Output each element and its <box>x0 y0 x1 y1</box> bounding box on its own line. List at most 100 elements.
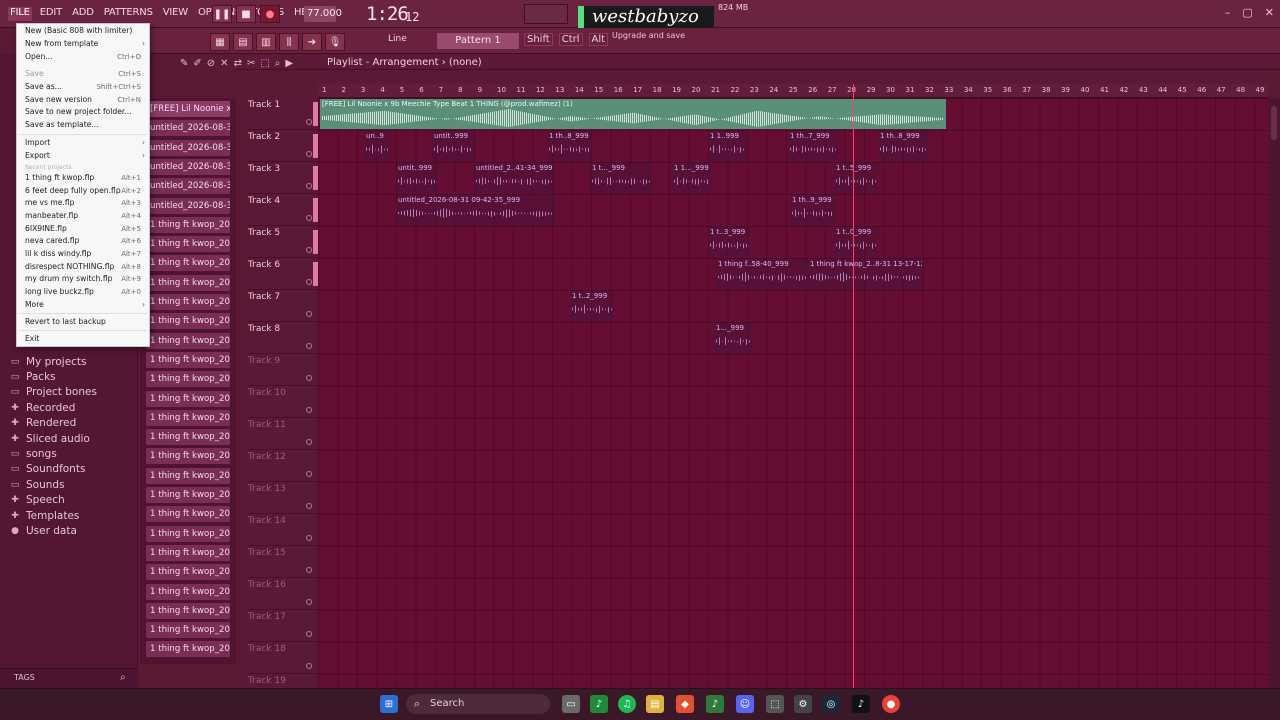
track-mute-toggle[interactable] <box>306 151 312 157</box>
menu-item-save-new-version[interactable]: Save new version Ctrl+N <box>17 94 149 107</box>
track-mute-toggle[interactable] <box>306 215 312 221</box>
clip-picker-item[interactable]: 1 thing ft kwop_2026-08... <box>146 216 230 233</box>
tempo-display[interactable]: 77.000 <box>304 6 342 22</box>
track-mute-toggle[interactable] <box>306 311 312 317</box>
clip-picker-item[interactable]: 1 thing ft kwop_2026-08... <box>146 564 230 581</box>
recent-project-item[interactable]: 6 feet deep fully open.flp Alt+2 <box>17 185 149 198</box>
brave-icon[interactable]: ◆ <box>676 695 694 713</box>
audio-clip[interactable]: 1 t..0_999 <box>834 227 878 257</box>
tiktok-icon[interactable]: ♪ <box>852 695 870 713</box>
clip-picker-item[interactable]: 1 thing ft kwop_2026-08... <box>146 332 230 349</box>
search-icon[interactable]: ⌕ <box>120 672 126 683</box>
browser-item[interactable]: ✚ Templates <box>10 508 97 523</box>
audio-clip[interactable]: 1..._999 <box>714 323 752 353</box>
recent-project-item[interactable]: manbeater.flp Alt+4 <box>17 210 149 223</box>
track-header[interactable]: Track 4 <box>246 194 318 226</box>
draw-tool-icon[interactable]: ✎ <box>180 58 188 69</box>
recent-project-item[interactable]: long live buckz.flp Alt+0 <box>17 286 149 299</box>
menu-edit[interactable]: EDIT <box>38 7 64 21</box>
clip-picker-item[interactable]: untitled_2026-08-31 09-... <box>146 178 230 195</box>
spotify-icon[interactable]: ♫ <box>618 695 636 713</box>
maximize-icon[interactable]: ▢ <box>1242 6 1252 19</box>
recent-project-item[interactable]: disrespect NOTHING.flp Alt+8 <box>17 261 149 274</box>
browser-item[interactable]: ▭ Soundfonts <box>10 462 97 477</box>
browser-item[interactable]: ▭ Sounds <box>10 477 97 492</box>
track-mute-toggle[interactable] <box>306 567 312 573</box>
clip-picker-item[interactable]: 1 thing ft kwop_2026-08... <box>146 294 230 310</box>
clip-picker-item[interactable]: 1 thing ft kwop_2026-08... <box>146 236 230 253</box>
task-view-icon[interactable]: ▭ <box>562 695 580 713</box>
audio-clip[interactable]: 1 t..2_999 <box>570 291 614 321</box>
channel-rack-icon[interactable]: ▥ <box>256 33 276 51</box>
playlist-view-icon[interactable]: ▦ <box>210 33 230 51</box>
pattern-selector[interactable]: Pattern 1 <box>437 33 519 49</box>
clip-picker-item[interactable]: 1 thing ft kwop_2026-08... <box>146 506 230 523</box>
track-header[interactable]: Track 11 <box>246 418 318 450</box>
clip-picker-item[interactable]: 1 thing ft kwop_2026-08... <box>146 448 230 465</box>
browser-item[interactable]: ✚ Speech <box>10 493 97 508</box>
alt-key[interactable]: Alt <box>588 33 609 46</box>
track-mute-toggle[interactable] <box>306 343 312 349</box>
playlist-grid[interactable]: [FREE] Lil Noonie x 9b Meechie Type Beat… <box>318 98 1268 688</box>
clip-picker-item[interactable]: 1 thing ft kwop_2026-08... <box>146 544 230 561</box>
audio-clip[interactable]: 1 thing f..58-40_999 <box>716 259 810 289</box>
delete-tool-icon[interactable]: ⊘ <box>207 58 215 69</box>
browser-item[interactable]: ▭ songs <box>10 446 97 461</box>
fl-studio-icon[interactable]: ♪ <box>590 695 608 713</box>
browser-item[interactable]: ▭ Packs <box>10 369 97 384</box>
clip-picker-item[interactable]: 1 thing ft kwop_2026-08... <box>146 467 230 484</box>
recent-project-item[interactable]: my drum my switch.flp Alt+9 <box>17 273 149 286</box>
track-header[interactable]: Track 13 <box>246 482 318 514</box>
track-header[interactable]: Track 14 <box>246 514 318 546</box>
track-mute-toggle[interactable] <box>306 535 312 541</box>
clip-picker-item[interactable]: 1 thing ft kwop_2026-08... <box>146 313 230 330</box>
clip-picker-item[interactable]: 1 thing ft kwop_2026-08... <box>146 429 230 446</box>
audio-clip[interactable]: untitled_2026-08-31 09-42-35_999 <box>396 195 556 225</box>
clip-picker-item[interactable]: untitled_2026-08-31 09-... <box>146 158 230 175</box>
mixer-icon[interactable]: ⫼ <box>279 33 299 51</box>
audio-clip[interactable]: untitled_2..41-34_999 <box>474 163 554 193</box>
clip-picker-item[interactable]: 1 thing ft kwop_2026-08... <box>146 641 230 658</box>
settings-icon[interactable]: ⚙ <box>794 695 812 713</box>
menu-item-new-from-template[interactable]: New from template › <box>17 38 149 51</box>
track-mute-toggle[interactable] <box>306 247 312 253</box>
clip-picker-item[interactable]: untitled_2026-08-31 09-... <box>146 120 230 137</box>
audio-clip[interactable]: untit..999 <box>396 163 438 193</box>
taskbar-search[interactable]: Search <box>406 694 550 714</box>
file-explorer-icon[interactable]: ▤ <box>646 695 664 713</box>
audio-clip[interactable]: 1 1..999 <box>708 131 746 161</box>
clip-picker-item[interactable]: 1 thing ft kwop_2026-08... <box>146 390 230 407</box>
audio-clip[interactable]: 1 th..7_999 <box>788 131 838 161</box>
audio-clip[interactable]: un..9 <box>364 131 390 161</box>
track-header[interactable]: Track 6 <box>246 258 318 290</box>
recent-project-item[interactable]: 6IX9INE.flp Alt+5 <box>17 223 149 236</box>
ctrl-key[interactable]: Ctrl <box>558 33 583 46</box>
menu-add[interactable]: ADD <box>70 7 96 21</box>
clip-picker-item[interactable]: 1 thing ft kwop_2026-08... <box>146 487 230 503</box>
slip-tool-icon[interactable]: ⇄ <box>234 58 242 69</box>
track-header[interactable]: Track 16 <box>246 578 318 610</box>
mute-tool-icon[interactable]: ✕ <box>220 58 228 69</box>
track-mute-toggle[interactable] <box>306 183 312 189</box>
track-header[interactable]: Track 2 <box>246 130 318 162</box>
playback-tool-icon[interactable]: ▶ <box>285 58 293 69</box>
clip-picker-item[interactable]: 1 thing ft kwop_2026-08... <box>146 622 230 639</box>
chrome-icon[interactable]: ● <box>882 695 900 713</box>
tags-bar[interactable]: TAGS <box>0 668 138 688</box>
browser-item[interactable]: ✚ Sliced audio <box>10 431 97 446</box>
zoom-tool-icon[interactable]: ⌕ <box>275 58 281 69</box>
track-header[interactable]: Track 8 <box>246 322 318 354</box>
menu-item-import[interactable]: Import › <box>17 137 149 150</box>
track-header[interactable]: Track 7 <box>246 290 318 322</box>
menu-view[interactable]: VIEW <box>161 7 190 21</box>
menu-item-save-as[interactable]: Save as... Shift+Ctrl+S <box>17 81 149 94</box>
menu-patterns[interactable]: PATTERNS <box>102 7 155 21</box>
clip-picker-item[interactable]: 1 thing ft kwop_2026-08... <box>146 602 230 619</box>
audio-clip[interactable]: 1 th..8_999 <box>878 131 928 161</box>
track-mute-toggle[interactable] <box>306 471 312 477</box>
audio-clip[interactable]: untit..999 <box>432 131 474 161</box>
menu-item-save-to-folder[interactable]: Save to new project folder... <box>17 106 149 119</box>
menu-item-new[interactable]: New (Basic 808 with limiter) <box>17 25 149 38</box>
bar-ruler[interactable]: 1 2 3 4 5 6 7 8 9 10 11 12 13 14 15 16 17 18 19 20 21 22 23 24 2… <box>318 84 1268 98</box>
discord-icon[interactable]: ☺ <box>736 695 754 713</box>
